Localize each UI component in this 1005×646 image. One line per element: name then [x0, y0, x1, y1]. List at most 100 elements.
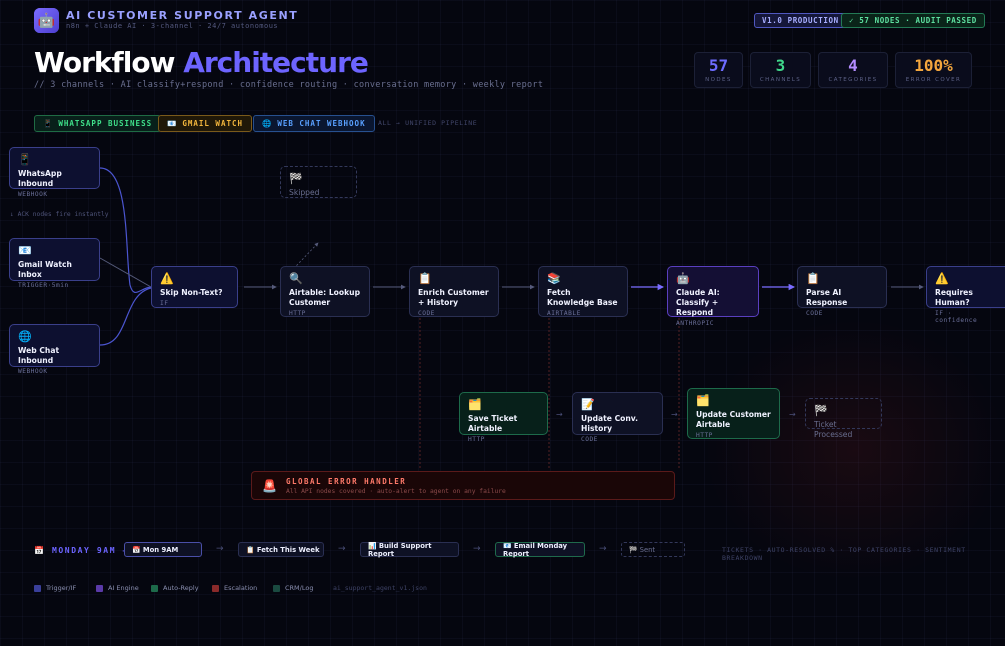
node-title: Parse AI Response — [806, 288, 848, 307]
folder-icon: 🗂️ — [468, 398, 482, 411]
node-title: Ticket Processed — [814, 420, 853, 439]
node-title: Fetch Knowledge Base — [547, 288, 618, 307]
legend-auto-reply: Auto-Reply — [151, 584, 199, 592]
node-type: AIRTABLE — [547, 310, 581, 317]
node-type: HTTP — [696, 432, 713, 439]
node-title: Requires Human? — [935, 288, 973, 307]
legend-swatch — [34, 584, 41, 592]
node-title: Save Ticket Airtable — [468, 414, 518, 433]
node-type: CODE — [806, 310, 823, 317]
error-handler-title: GLOBAL ERROR HANDLER — [285, 476, 407, 486]
page-title-main: Workflow — [34, 46, 175, 79]
node-skipped[interactable]: 🏁 Skipped — [280, 166, 357, 198]
workflow-filename: ai_support_agent_v1.json — [333, 584, 427, 592]
arrow-right-icon: → — [216, 544, 224, 554]
monday-node-fetch[interactable]: 📋 Fetch This Week — [238, 542, 324, 557]
post-arrow-3: → — [789, 410, 796, 419]
node-type: WEBHOOK — [18, 191, 48, 198]
node-claude-classify[interactable]: 🤖 Claude AI: Classify + Respond ANTHROPI… — [667, 266, 759, 327]
monday-node-sent[interactable]: 🏁 Sent — [621, 542, 685, 557]
node-type: TRIGGER·5min — [18, 282, 69, 289]
monday-label: 📅 MONDAY 9AM → — [34, 546, 129, 555]
edge-whatsapp — [99, 167, 152, 294]
node-enrich-customer[interactable]: 📋 Enrich Customer + History CODE — [409, 266, 499, 317]
node-airtable-lookup[interactable]: 🔍 Airtable: Lookup Customer HTTP — [280, 266, 370, 317]
legend-label: Trigger/IF — [46, 584, 77, 592]
node-requires-human[interactable]: ⚠️ Requires Human? IF · confidence — [926, 266, 1005, 324]
post-arrow-1: → — [556, 410, 563, 419]
legend-swatch — [212, 584, 219, 592]
channel-note: ALL → UNIFIED PIPELINE — [378, 119, 478, 127]
node-ticket-processed[interactable]: 🏁 Ticket Processed — [805, 398, 882, 439]
legend-swatch — [96, 584, 103, 592]
arrow-right-icon: → — [473, 544, 481, 554]
chip-label: GMAIL WATCH — [182, 119, 244, 128]
node-title: Gmail Watch Inbox — [18, 260, 72, 279]
mail-icon: 📧 — [167, 119, 178, 128]
error-handler-sub: All API nodes covered · auto-alert to ag… — [285, 487, 506, 495]
monday-node-build[interactable]: 📊 Build Support Report — [360, 542, 459, 558]
app-title: AI CUSTOMER SUPPORT AGENT — [66, 9, 299, 22]
node-title: Skip Non-Text? — [160, 288, 223, 297]
legend-swatch — [151, 584, 158, 592]
warning-icon: ⚠️ — [160, 272, 174, 285]
node-gmail-watch[interactable]: 📧 Gmail Watch Inbox TRIGGER·5min — [9, 238, 100, 289]
node-type: CODE — [418, 310, 435, 317]
node-title: Update Customer Airtable — [696, 410, 771, 429]
node-type: HTTP — [289, 310, 306, 317]
legend-trigger: Trigger/IF — [34, 584, 76, 592]
chip-label: WEB CHAT WEBHOOK — [277, 119, 366, 128]
arrow-right-icon: → — [599, 544, 607, 554]
phone-icon: 📱 — [43, 119, 54, 128]
node-type: WEBHOOK — [18, 368, 48, 375]
legend-label: Auto-Reply — [163, 584, 199, 592]
stat-label: ERROR COVER — [905, 76, 962, 83]
folder-icon: 🗂️ — [696, 394, 710, 407]
robot-icon: 🤖 — [676, 272, 690, 285]
mail-icon: 📧 — [18, 244, 32, 257]
audit-badge: ✓ 57 NODES · AUDIT PASSED — [841, 13, 985, 28]
legend-crm-log: CRM/Log — [273, 584, 313, 592]
app-subtitle: n8n + Claude AI · 3-channel · 24/7 auton… — [66, 22, 279, 30]
post-arrow-2: → — [671, 410, 678, 419]
node-title: WhatsApp Inbound — [18, 169, 62, 188]
globe-icon: 🌐 — [262, 119, 273, 128]
legend-label: AI Engine — [108, 584, 139, 592]
channel-chip-whatsapp[interactable]: 📱 WHATSAPP BUSINESS — [34, 115, 162, 132]
node-update-customer[interactable]: 🗂️ Update Customer Airtable HTTP — [687, 388, 780, 439]
node-parse-ai[interactable]: 📋 Parse AI Response CODE — [797, 266, 887, 317]
edge-gmail — [99, 257, 152, 288]
stat-nodes: 57 NODES — [694, 52, 743, 88]
node-fetch-knowledge[interactable]: 📚 Fetch Knowledge Base AIRTABLE — [538, 266, 628, 317]
warning-icon: ⚠️ — [935, 272, 949, 285]
node-save-ticket[interactable]: 🗂️ Save Ticket Airtable HTTP — [459, 392, 548, 443]
node-webchat-inbound[interactable]: 🌐 Web Chat Inbound WEBHOOK — [9, 324, 100, 375]
siren-icon: 🚨 — [262, 478, 277, 493]
ack-note: ↓ ACK nodes fire instantly — [10, 211, 109, 218]
flag-icon: 🏁 — [289, 172, 303, 185]
legend-swatch — [273, 584, 280, 592]
legend-escalation: Escalation — [212, 584, 257, 592]
globe-icon: 🌐 — [18, 330, 32, 343]
monday-node-trigger[interactable]: 📅 Mon 9AM — [124, 542, 202, 557]
stat-value: 4 — [848, 55, 858, 75]
channel-chip-gmail[interactable]: 📧 GMAIL WATCH — [158, 115, 253, 132]
node-skip-non-text[interactable]: ⚠️ Skip Non-Text? IF — [151, 266, 238, 308]
phone-icon: 📱 — [18, 153, 32, 166]
node-title: Skipped — [289, 188, 320, 197]
node-whatsapp-inbound[interactable]: 📱 WhatsApp Inbound WEBHOOK — [9, 147, 100, 198]
node-type: HTTP — [468, 436, 485, 443]
node-type: IF — [160, 300, 169, 307]
global-error-handler[interactable]: 🚨 GLOBAL ERROR HANDLER All API nodes cov… — [251, 471, 675, 500]
monday-node-email[interactable]: 📧 Email Monday Report — [495, 542, 585, 558]
node-title: Claude AI: Classify + Respond — [676, 288, 720, 317]
legend-ai-engine: AI Engine — [96, 584, 139, 592]
app-logo: 🤖 — [34, 8, 59, 33]
node-update-history[interactable]: 📝 Update Conv. History CODE — [572, 392, 663, 443]
channel-chip-webchat[interactable]: 🌐 WEB CHAT WEBHOOK — [253, 115, 375, 132]
node-title: Enrich Customer + History — [418, 288, 489, 307]
memo-icon: 📝 — [581, 398, 595, 411]
node-title: Airtable: Lookup Customer — [289, 288, 361, 307]
stat-error-cover: 100% ERROR COVER — [895, 52, 972, 88]
stat-channels: 3 CHANNELS — [750, 52, 811, 88]
